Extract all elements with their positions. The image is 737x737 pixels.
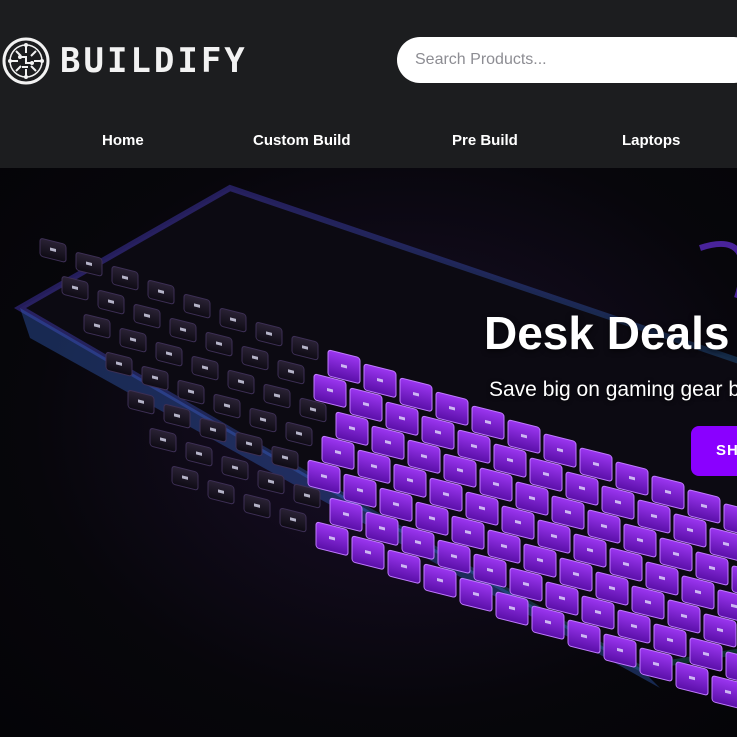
nav-item-laptops[interactable]: Laptops [622,130,680,152]
hero-title: Desk Deals [484,307,730,359]
nav-item-pre-build[interactable]: Pre Build [452,130,518,152]
circuit-brain-icon [2,37,50,85]
hero-subtitle: Save big on gaming gear b [489,378,737,401]
search-bar[interactable] [397,37,737,83]
keycap [711,675,737,710]
site-header: BUILDIFY Home Custom Build Pre Build Lap… [0,0,737,168]
shop-now-button[interactable]: SH [691,426,737,476]
logo-text: BUILDIFY [60,41,248,81]
page: BUILDIFY Home Custom Build Pre Build Lap… [0,0,737,737]
nav-item-home[interactable]: Home [102,130,144,152]
search-input[interactable] [413,50,717,70]
nav-item-custom-build[interactable]: Custom Build [253,130,351,152]
hero-banner: Desk Deals Save big on gaming gear b SH [0,168,737,737]
keyboard-hero-image [13,184,737,710]
main-nav: Home Custom Build Pre Build Laptops [0,130,737,154]
logo[interactable]: BUILDIFY [2,37,248,85]
